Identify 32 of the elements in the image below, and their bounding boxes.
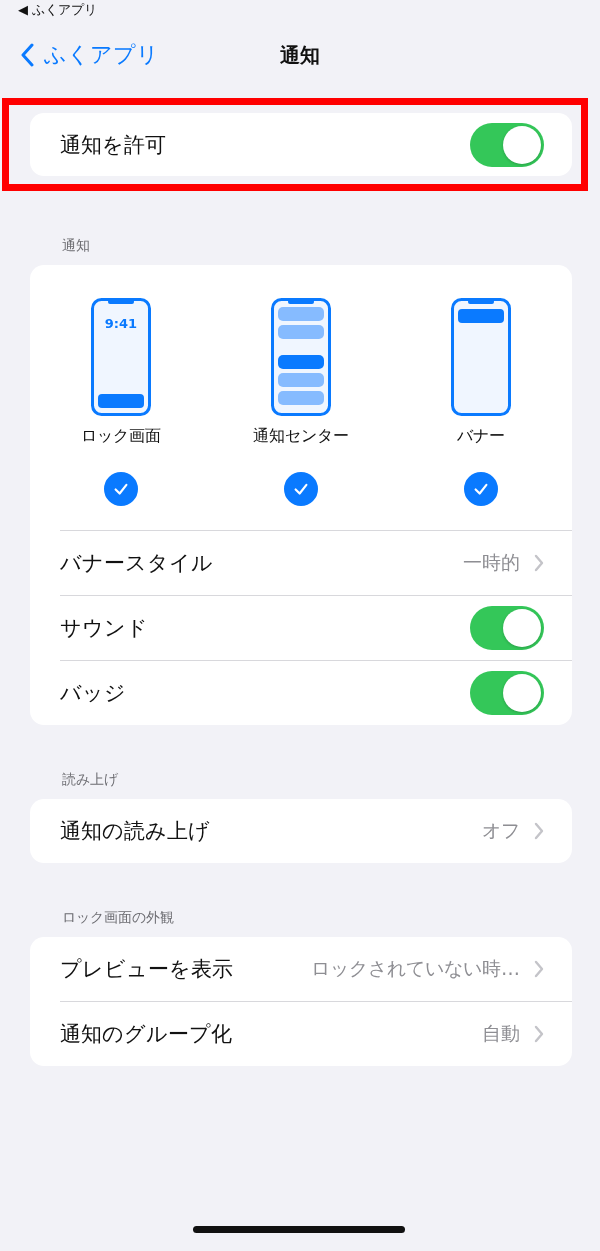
row-label: バナースタイル (60, 550, 214, 577)
style-label: 通知センター (253, 426, 349, 447)
style-label: バナー (457, 426, 505, 447)
toggle-switch[interactable] (470, 606, 544, 650)
row-value: オフ (482, 818, 520, 843)
row-label: 通知の読み上げ (60, 818, 211, 845)
chevron-icon (534, 960, 544, 978)
clock-time: 9:41 (104, 316, 138, 331)
section-header: 通知 (61, 236, 91, 255)
chevron-icon (534, 554, 544, 572)
back-chevron-icon[interactable] (20, 43, 34, 67)
checkbox[interactable] (104, 472, 138, 506)
style-label: ロック画面 (81, 426, 161, 447)
chevron-icon (534, 822, 544, 840)
section-header: ロック画面の外観 (61, 908, 175, 927)
row-value: 自動 (482, 1021, 520, 1046)
back-button[interactable]: ふくアプリ (20, 40, 159, 70)
row-label: サウンド (60, 615, 149, 642)
page-title: 通知 (280, 41, 320, 69)
checkbox[interactable] (284, 472, 318, 506)
toggle-switch[interactable] (470, 122, 544, 167)
row-label: 通知のグループ化 (60, 1021, 233, 1048)
row-value: ロックされていない時… (311, 956, 520, 981)
row-label: バッジ (60, 680, 127, 707)
row-value: 一時的 (463, 550, 520, 575)
toggle-switch[interactable] (470, 671, 544, 715)
checkbox[interactable] (464, 472, 498, 506)
row-label: 通知を許可 (60, 131, 167, 159)
row-label: プレビューを表示 (60, 956, 234, 983)
status-back-link[interactable]: ◀ ふくアプリ (0, 0, 98, 19)
chevron-icon (534, 1025, 544, 1043)
section-header: 読み上げ (61, 770, 119, 789)
